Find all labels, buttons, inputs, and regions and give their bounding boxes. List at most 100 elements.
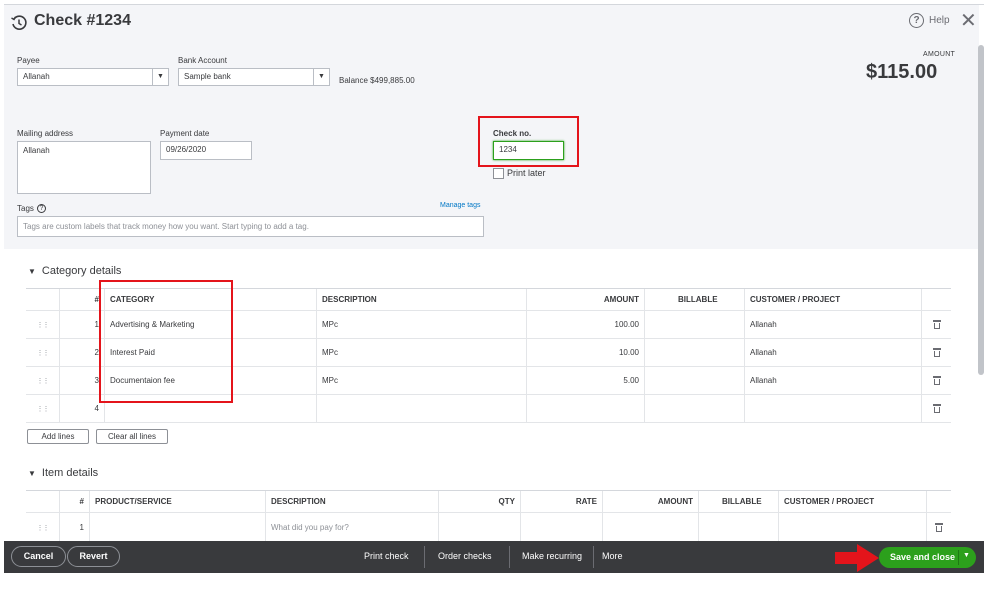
row-amount[interactable]: 100.00 bbox=[526, 311, 644, 338]
help-icon[interactable]: ? bbox=[909, 13, 924, 28]
row-description[interactable]: MPc bbox=[316, 367, 526, 394]
tags-placeholder: Tags are custom labels that track money … bbox=[23, 222, 309, 231]
drag-handle-icon[interactable]: ⋮⋮ bbox=[37, 524, 50, 532]
trash-icon[interactable] bbox=[932, 348, 941, 357]
footer-divider bbox=[593, 546, 594, 568]
row-billable[interactable] bbox=[644, 339, 744, 366]
row-customer[interactable] bbox=[778, 513, 926, 542]
page-title: Check #1234 bbox=[34, 12, 131, 29]
item-table-header: # PRODUCT/SERVICE DESCRIPTION QTY RATE A… bbox=[26, 491, 951, 513]
mailing-address-value: Allanah bbox=[23, 146, 50, 155]
row-description[interactable] bbox=[316, 395, 526, 422]
annotation-highlight-check-no bbox=[478, 116, 579, 167]
row-amount[interactable] bbox=[526, 395, 644, 422]
chevron-down-icon[interactable]: ▼ bbox=[313, 69, 329, 85]
row-customer[interactable]: Allanah bbox=[744, 367, 921, 394]
row-description[interactable]: MPc bbox=[316, 339, 526, 366]
drag-handle-icon[interactable]: ⋮⋮ bbox=[37, 405, 50, 413]
bank-account-value: Sample bank bbox=[184, 72, 231, 81]
row-num: 1 bbox=[59, 311, 104, 338]
collapse-triangle-icon[interactable]: ▼ bbox=[28, 267, 36, 276]
add-lines-button[interactable]: Add lines bbox=[27, 429, 89, 444]
payee-select[interactable]: Allanah ▼ bbox=[17, 68, 169, 86]
row-amount[interactable] bbox=[602, 513, 698, 542]
col-num: # bbox=[59, 289, 104, 310]
vertical-scrollbar[interactable] bbox=[978, 45, 984, 375]
row-customer[interactable]: Allanah bbox=[744, 339, 921, 366]
make-recurring-link[interactable]: Make recurring bbox=[522, 551, 582, 561]
split-divider bbox=[958, 550, 959, 565]
footer-divider bbox=[509, 546, 510, 568]
row-qty[interactable] bbox=[438, 513, 520, 542]
row-customer[interactable]: Allanah bbox=[744, 311, 921, 338]
print-later-checkbox[interactable] bbox=[493, 168, 504, 179]
item-table: # PRODUCT/SERVICE DESCRIPTION QTY RATE A… bbox=[26, 490, 951, 546]
item-details-title: Item details bbox=[41, 467, 99, 479]
manage-tags-link[interactable]: Manage tags bbox=[440, 202, 480, 209]
mailing-address-label: Mailing address bbox=[17, 129, 74, 138]
order-checks-link[interactable]: Order checks bbox=[438, 551, 492, 561]
col-amount: AMOUNT bbox=[526, 289, 644, 310]
save-and-close-label: Save and close bbox=[890, 552, 956, 562]
row-customer[interactable] bbox=[744, 395, 921, 422]
chevron-down-icon[interactable]: ▼ bbox=[152, 69, 168, 85]
table-row[interactable]: ⋮⋮ 1 What did you pay for? bbox=[26, 513, 951, 543]
row-billable[interactable] bbox=[644, 367, 744, 394]
revert-button[interactable]: Revert bbox=[67, 546, 120, 567]
col-billable: BILLABLE bbox=[698, 491, 778, 512]
drag-handle-icon[interactable]: ⋮⋮ bbox=[37, 349, 50, 357]
balance-label: Balance bbox=[339, 76, 368, 85]
more-link[interactable]: More bbox=[602, 551, 623, 561]
annotation-highlight-category bbox=[99, 280, 233, 403]
trash-icon[interactable] bbox=[932, 376, 941, 385]
info-icon[interactable]: ? bbox=[37, 204, 46, 213]
col-product: PRODUCT/SERVICE bbox=[89, 491, 265, 512]
cancel-button[interactable]: Cancel bbox=[11, 546, 66, 567]
row-description[interactable]: What did you pay for? bbox=[265, 513, 438, 542]
trash-icon[interactable] bbox=[935, 523, 943, 532]
col-customer: CUSTOMER / PROJECT bbox=[744, 289, 921, 310]
red-arrow-icon bbox=[835, 544, 879, 572]
bank-account-select[interactable]: Sample bank ▼ bbox=[178, 68, 330, 86]
payee-label: Payee bbox=[17, 56, 40, 65]
row-billable[interactable] bbox=[644, 311, 744, 338]
payee-value: Allanah bbox=[23, 72, 50, 81]
row-rate[interactable] bbox=[520, 513, 602, 542]
check-form: Check #1234 ? Help ✕ Payee Allanah ▼ Ban… bbox=[4, 4, 984, 573]
tags-input[interactable]: Tags are custom labels that track money … bbox=[17, 216, 484, 237]
close-icon[interactable]: ✕ bbox=[960, 11, 977, 31]
form-header-panel: Check #1234 ? Help ✕ Payee Allanah ▼ Ban… bbox=[4, 5, 979, 249]
clear-all-lines-button[interactable]: Clear all lines bbox=[96, 429, 168, 444]
history-icon[interactable] bbox=[10, 14, 28, 32]
mailing-address-field[interactable]: Allanah bbox=[17, 141, 151, 194]
col-num: # bbox=[59, 491, 89, 512]
row-num: 1 bbox=[59, 513, 89, 542]
row-billable[interactable] bbox=[698, 513, 778, 542]
col-description: DESCRIPTION bbox=[265, 491, 438, 512]
category-details-header[interactable]: ▼ Category details bbox=[28, 265, 121, 277]
drag-handle-icon[interactable]: ⋮⋮ bbox=[37, 321, 50, 329]
trash-icon[interactable] bbox=[932, 404, 941, 413]
trash-icon[interactable] bbox=[932, 320, 941, 329]
row-num: 3 bbox=[59, 367, 104, 394]
payment-date-field[interactable]: 09/26/2020 bbox=[160, 141, 252, 160]
description-placeholder: What did you pay for? bbox=[271, 523, 349, 532]
print-check-link[interactable]: Print check bbox=[364, 551, 409, 561]
chevron-down-icon[interactable]: ▼ bbox=[963, 552, 970, 559]
col-qty: QTY bbox=[438, 491, 520, 512]
payment-date-value: 09/26/2020 bbox=[166, 145, 207, 154]
row-billable[interactable] bbox=[644, 395, 744, 422]
payment-date-label: Payment date bbox=[160, 129, 210, 138]
row-amount[interactable]: 5.00 bbox=[526, 367, 644, 394]
row-description[interactable]: MPc bbox=[316, 311, 526, 338]
col-customer: CUSTOMER / PROJECT bbox=[778, 491, 926, 512]
drag-handle-icon[interactable]: ⋮⋮ bbox=[37, 377, 50, 385]
save-and-close-button[interactable]: Save and close ▼ bbox=[879, 547, 976, 568]
item-details-header[interactable]: ▼ Item details bbox=[28, 467, 98, 479]
row-amount[interactable]: 10.00 bbox=[526, 339, 644, 366]
col-billable: BILLABLE bbox=[644, 289, 744, 310]
collapse-triangle-icon[interactable]: ▼ bbox=[28, 469, 36, 478]
row-product[interactable] bbox=[89, 513, 265, 542]
amount-value: $115.00 bbox=[866, 61, 938, 83]
help-link[interactable]: Help bbox=[929, 15, 950, 26]
